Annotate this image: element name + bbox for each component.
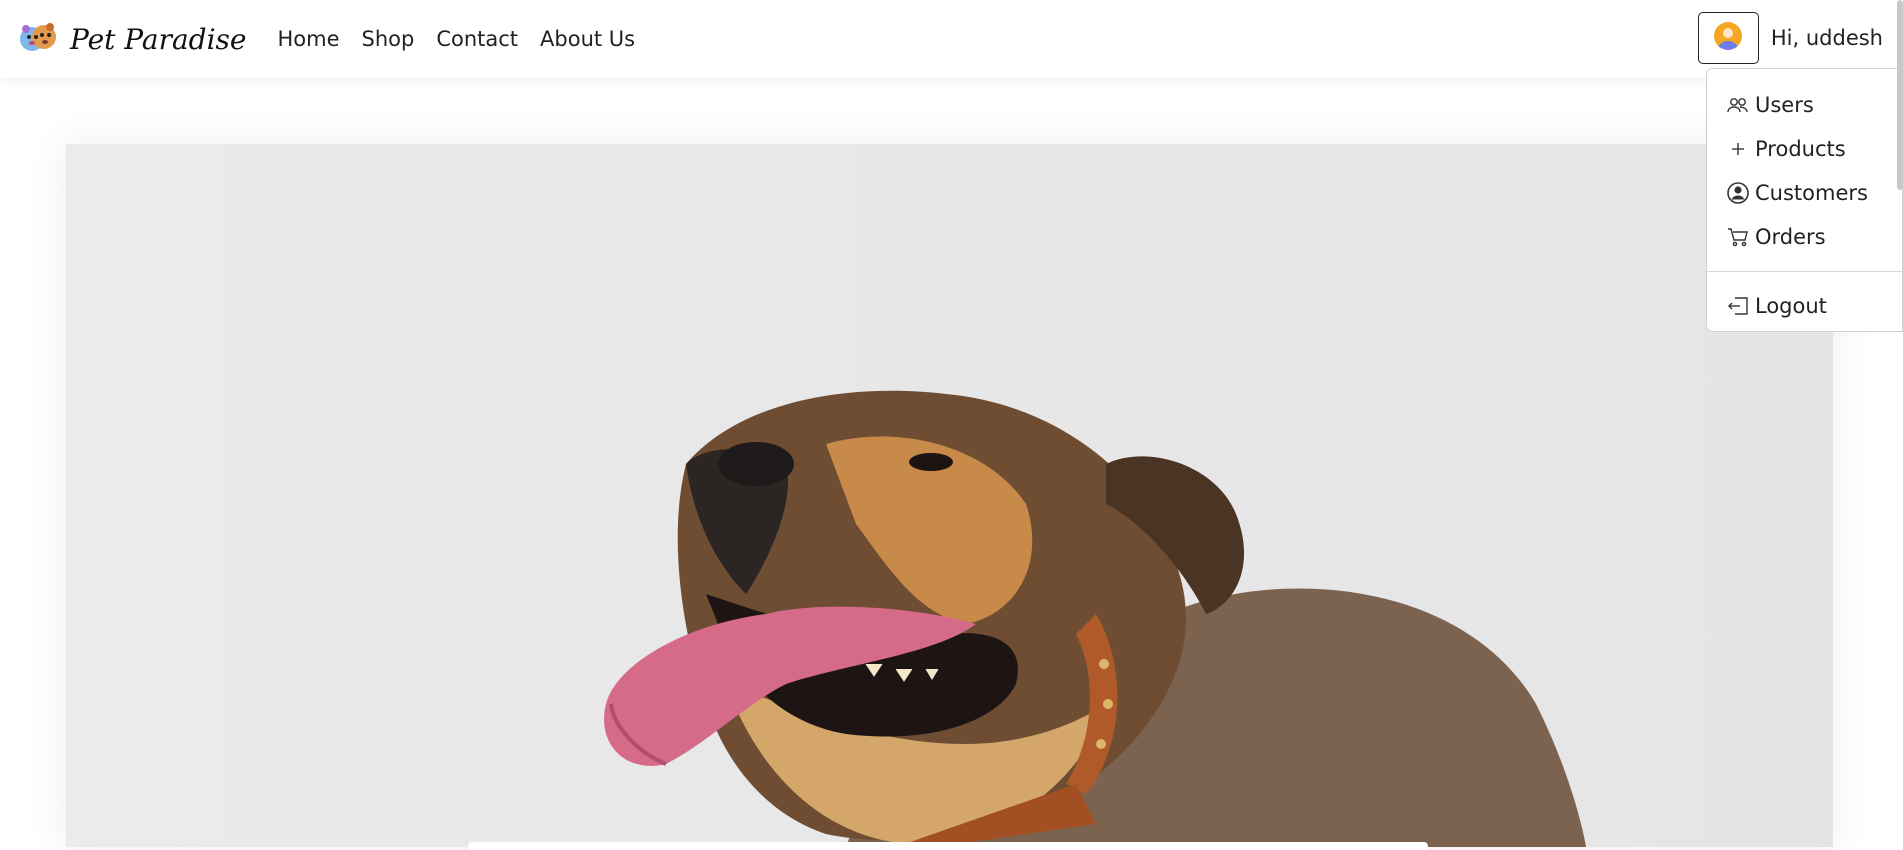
user-area: Hi, uddesh xyxy=(1697,12,1883,64)
nav-home[interactable]: Home xyxy=(277,27,339,51)
users-icon xyxy=(1727,94,1749,116)
dropdown-item-users[interactable]: Users xyxy=(1707,83,1902,127)
nav-links: Home Shop Contact About Us xyxy=(266,27,646,51)
hero-dog-image xyxy=(66,144,1833,847)
navbar: Pet Paradise Home Shop Contact About Us xyxy=(0,0,1903,78)
dropdown-label-orders: Orders xyxy=(1755,225,1826,249)
plus-icon xyxy=(1727,138,1749,160)
brand-name: Pet Paradise xyxy=(70,22,247,56)
pets-logo-icon xyxy=(18,19,58,59)
user-menu-button[interactable] xyxy=(1697,12,1759,64)
dropdown-item-logout[interactable]: Logout xyxy=(1707,284,1902,328)
user-avatar-icon xyxy=(1713,21,1743,55)
nav-shop[interactable]: Shop xyxy=(362,27,415,51)
user-dropdown-menu: Users Products Customers Orders Logout xyxy=(1706,68,1903,332)
dropdown-item-products[interactable]: Products xyxy=(1707,127,1902,171)
dropdown-item-customers[interactable]: Customers xyxy=(1707,171,1902,215)
dropdown-label-products: Products xyxy=(1755,137,1846,161)
nav-about-us[interactable]: About Us xyxy=(540,27,635,51)
dropdown-label-users: Users xyxy=(1755,93,1814,117)
person-circle-icon xyxy=(1727,182,1749,204)
cart-icon xyxy=(1727,226,1749,248)
logout-icon xyxy=(1727,295,1749,317)
brand[interactable]: Pet Paradise xyxy=(18,19,246,59)
dropdown-item-orders[interactable]: Orders xyxy=(1707,215,1902,259)
page-scrollbar[interactable] xyxy=(1897,0,1903,190)
dropdown-label-logout: Logout xyxy=(1755,294,1827,318)
user-greeting: Hi, uddesh xyxy=(1770,26,1883,50)
hero-bottom-card-edge xyxy=(468,842,1428,850)
nav-contact[interactable]: Contact xyxy=(436,27,518,51)
dropdown-label-customers: Customers xyxy=(1755,181,1868,205)
dropdown-divider xyxy=(1707,271,1902,272)
